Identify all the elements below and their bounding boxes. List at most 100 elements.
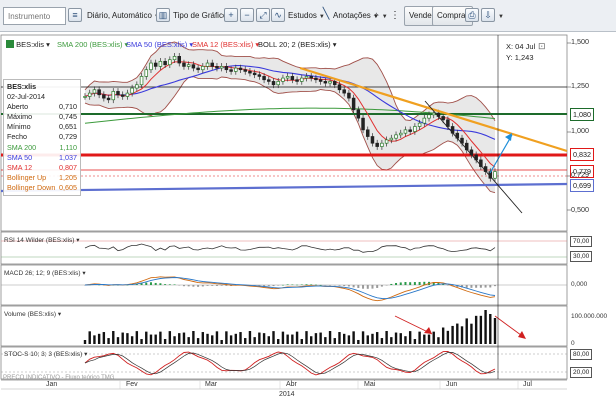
draw-line-icon[interactable]: ╲: [319, 8, 333, 22]
candle-body: [224, 66, 229, 71]
legend-boll[interactable]: BOLL 20; 2 (BES:xlis) ▾: [258, 40, 337, 49]
macd-hist-bar: [399, 282, 402, 285]
candle-body: [384, 139, 389, 144]
price-tick: 0,500: [571, 205, 589, 214]
studies-icon[interactable]: ∿: [271, 8, 285, 22]
candle-body: [257, 74, 262, 77]
export-dropdown[interactable]: ▼: [496, 7, 504, 25]
candle-body: [276, 81, 280, 86]
volume-bar: [394, 332, 398, 344]
volume-bar: [399, 333, 402, 344]
candle-body: [318, 79, 323, 82]
info-row-value: 1,037: [59, 152, 77, 162]
volume-bar: [149, 334, 153, 344]
info-row-label: SMA 12: [7, 162, 33, 172]
crosshair-dropdown[interactable]: ✧ ▼: [373, 7, 388, 25]
legend-sma12-label: SMA 12 (BES:xlis): [192, 40, 254, 49]
info-row: SMA 200 1,110: [7, 143, 77, 153]
volume-bar: [357, 339, 360, 344]
volume-bar: [465, 318, 468, 344]
volume-bar: [380, 338, 384, 344]
candle-body: [92, 89, 97, 94]
zoom-out-icon[interactable]: −: [240, 8, 254, 22]
candle-body: [177, 56, 182, 64]
chart-type-label: Tipo de Gráfico: [173, 11, 228, 20]
macd-hist-bar: [347, 285, 350, 287]
candle-body: [427, 114, 431, 119]
volume-bar: [201, 332, 205, 344]
legend-ticker[interactable]: BES:xlis ▾: [6, 40, 50, 49]
volume-bar: [474, 315, 478, 344]
macd-hist-bar: [362, 285, 365, 289]
print-icon[interactable]: ⎙: [465, 8, 479, 22]
legend-ticker-icon: [6, 40, 14, 48]
macd-hist-bar: [390, 283, 393, 285]
footer-label: PREÇO INDICATIVO - Fluxo teórico TMG: [3, 375, 115, 381]
volume-bar: [437, 337, 440, 344]
candle-body: [417, 122, 422, 127]
price-tag-0832: 0,832: [570, 148, 594, 161]
chart-area[interactable]: BES:xlis ▾ SMA 200 (BES:xlis) ▾ SMA 50 (…: [0, 33, 616, 401]
macd-hist-bar: [154, 282, 157, 285]
macd-hist-bar: [173, 284, 176, 285]
macd-hist-bar: [380, 285, 383, 287]
macd-hist-bar: [145, 282, 148, 285]
volume-label[interactable]: Volume (BES:xlis) ▾: [4, 310, 61, 318]
macd-hist-bar: [300, 284, 303, 286]
legend-sma200-label: SMA 200 (BES:xlis): [57, 40, 123, 49]
macd-hist-bar: [159, 283, 162, 285]
annotations-dropdown[interactable]: Anotações ▼: [333, 7, 379, 25]
chart-type-icon[interactable]: ▥: [156, 8, 170, 22]
volume-bar: [159, 331, 162, 344]
instrument-list-icon[interactable]: ≡: [68, 8, 82, 22]
macd-hist-bar: [494, 285, 496, 287]
candle-body: [304, 76, 309, 79]
volume-bar: [446, 330, 450, 344]
annotations-label: Anotações: [333, 11, 371, 20]
volume-bar: [112, 331, 115, 344]
macd-hist-bar: [446, 285, 449, 286]
candle-body: [333, 81, 337, 86]
stoch-label[interactable]: STOC-S 10; 3; 3 (BES:xlis) ▾: [4, 350, 87, 358]
legend-sma200[interactable]: SMA 200 (BES:xlis) ▾: [57, 40, 128, 49]
instrument-input[interactable]: [3, 7, 66, 25]
info-row-value: 0,807: [59, 162, 77, 172]
candle-body: [337, 84, 342, 91]
legend-sma12[interactable]: SMA 12 (BES:xlis) ▾: [192, 40, 259, 49]
candle-body: [403, 129, 408, 134]
candle-body: [248, 71, 252, 74]
volume-bar: [484, 310, 487, 344]
volume-bar: [342, 333, 346, 344]
candle-body: [389, 137, 394, 141]
info-row-label: Aberto: [7, 102, 29, 112]
candle-body: [446, 119, 450, 127]
zoom-in-icon[interactable]: +: [224, 8, 238, 22]
chart-svg: [0, 34, 571, 390]
chevron-down-icon: ▼: [381, 14, 388, 20]
macd-hist-bar: [395, 282, 398, 285]
export-icon[interactable]: ⇩: [481, 8, 495, 22]
price-tick: 1,250: [571, 81, 589, 90]
macd-hist-bar: [324, 285, 327, 286]
period-dropdown[interactable]: Diário, Automático▼: [87, 7, 160, 25]
candle-body: [130, 87, 134, 94]
legend-sma50[interactable]: SMA 50 (BES:xlis) ▾: [126, 40, 193, 49]
candle-body: [342, 89, 346, 94]
rsi-label[interactable]: RSI 14 Wilder (BES:xlis) ▾: [4, 236, 80, 244]
zoom-fit-icon[interactable]: ⤢: [256, 8, 270, 22]
volume-bar: [286, 334, 289, 344]
candle-body: [135, 84, 139, 89]
volume-bar: [126, 333, 129, 344]
macd-label[interactable]: MACD 26; 12; 9 (BES:xlis) ▾: [4, 269, 86, 277]
volume-bar: [413, 339, 417, 344]
lock-icon[interactable]: ⊡: [538, 41, 546, 52]
macd-hist-bar: [475, 285, 478, 288]
candle-body: [191, 64, 196, 69]
candle-body: [267, 79, 271, 82]
macd-tick: 0,000: [571, 281, 588, 288]
month-label: Jul: [523, 381, 532, 388]
more-tools-icon[interactable]: ⋮: [390, 7, 400, 25]
volume-bar: [154, 334, 157, 344]
volume-bar: [163, 339, 167, 344]
volume-bar: [295, 331, 299, 344]
